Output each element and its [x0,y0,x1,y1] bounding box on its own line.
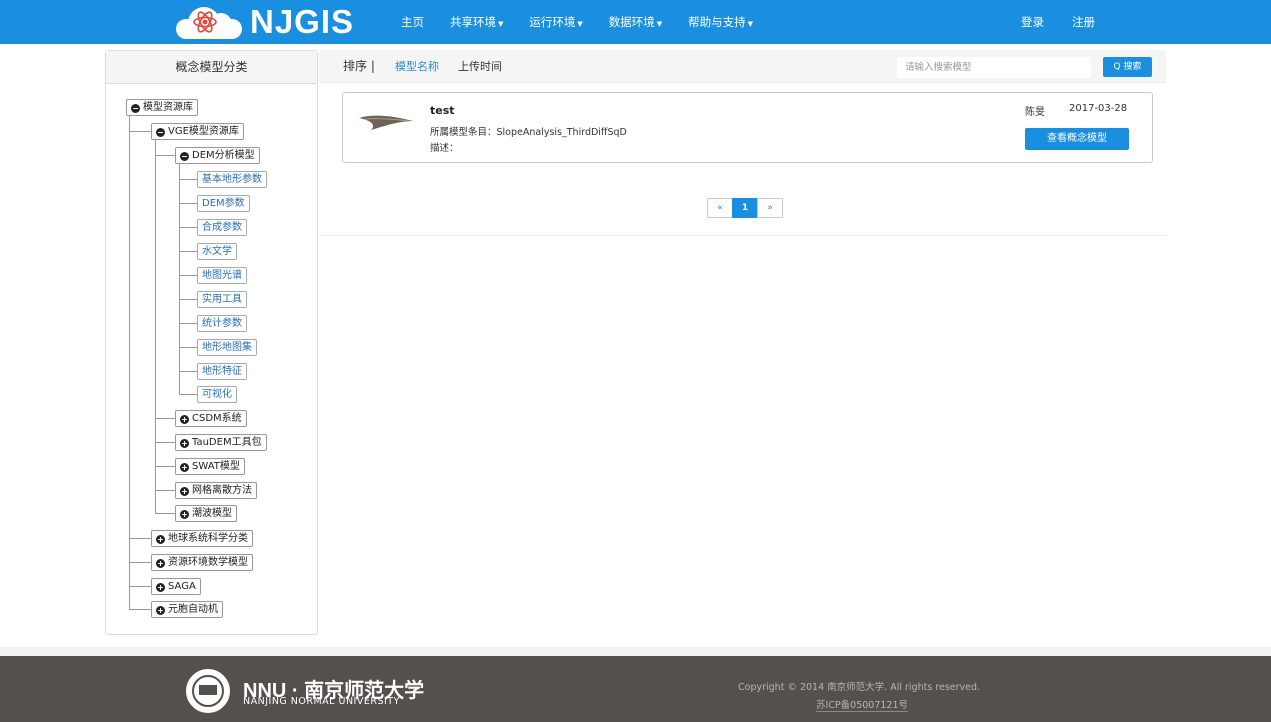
tree-node-label: 模型资源库 [143,102,193,113]
tree-node-collapsed[interactable]: + 元胞自动机 [151,601,223,618]
expand-icon[interactable]: + [180,415,189,424]
caret-down-icon: ▼ [656,20,663,28]
expand-icon[interactable]: + [156,606,165,615]
search-input[interactable] [897,57,1091,78]
model-date: 2017-03-28 [1069,103,1128,114]
tree-node-dem[interactable]: − DEM分析模型 [175,147,260,164]
tree-node-collapsed[interactable]: + TauDEM工具包 [175,434,267,451]
model-result-card: test 所属模型条目：SlopeAnalysis_ThirdDiffSqD 描… [342,92,1153,163]
pagination: « 1 » [707,198,783,218]
login-link[interactable]: 登录 [1007,0,1058,44]
main-menu: 主页 共享环境 ▼ 运行环境 ▼ 数据环境 ▼ 帮助与支持 ▼ [388,0,766,44]
tree-node-collapsed[interactable]: + 潮波模型 [175,505,237,522]
search-button[interactable]: Q 搜索 [1103,57,1152,77]
account-menu: 登录 注册 [1007,0,1109,44]
tree-leaf[interactable]: 地图光谱 [197,267,247,284]
expand-icon[interactable]: + [180,487,189,496]
sort-search-bar: 排序 | 模型名称 上传时间 Q 搜索 [319,50,1166,83]
tree-node-label: VGE模型资源库 [168,126,239,137]
expand-icon[interactable]: + [180,510,189,519]
caret-down-icon: ▼ [498,20,504,28]
register-link[interactable]: 注册 [1058,0,1109,44]
model-author: 陈旻 [1025,107,1045,118]
nav-home[interactable]: 主页 [388,0,437,44]
tree-leaf[interactable]: 基本地形参数 [197,171,267,188]
caret-down-icon: ▼ [577,20,583,28]
nav-share-env[interactable]: 共享环境 ▼ [437,0,516,44]
tree-leaf[interactable]: 水文学 [197,243,237,260]
tree-node-label: 元胞自动机 [168,604,218,615]
tree-leaf[interactable]: DEM参数 [197,195,250,212]
expand-icon[interactable]: + [180,439,189,448]
sort-label: 排序 | [343,59,375,73]
expand-icon[interactable]: + [156,535,165,544]
copyright-text: Copyright © 2014 南京师范大学. All rights rese… [738,682,981,693]
tree-node-collapsed[interactable]: + 资源环境数学模型 [151,554,253,571]
tree-leaf[interactable]: 地形特征 [197,363,247,380]
tree-node-label: SWAT模型 [192,461,240,472]
tree-node-collapsed[interactable]: + SWAT模型 [175,458,245,475]
nav-data-env-label: 数据环境 [608,15,655,29]
tree-leaf[interactable]: 可视化 [197,386,237,403]
tree-leaf[interactable]: 实用工具 [197,291,247,308]
footer-spacer [0,647,1271,656]
tree-node-vge[interactable]: − VGE模型资源库 [151,123,244,140]
cloud-icon [172,3,246,41]
content-divider [319,235,1166,236]
view-concept-model-button[interactable]: 查看概念模型 [1025,128,1129,150]
tree-node-label: 网格离散方法 [192,485,252,496]
brand-logo[interactable]: NJGIS [172,3,354,41]
sort-by-name-link[interactable]: 模型名称 [395,50,439,83]
caret-down-icon: ▼ [747,20,754,28]
tree-node-label: 潮波模型 [192,508,232,519]
nav-share-env-label: 共享环境 [450,15,496,29]
brand-name: NJGIS [250,3,355,40]
tree-node-root[interactable]: − 模型资源库 [126,99,198,116]
nav-run-env[interactable]: 运行环境 ▼ [516,0,595,44]
nnu-seal-logo [186,669,230,713]
tree-node-label: SAGA [168,581,196,592]
expand-icon[interactable]: + [156,559,165,568]
atom-icon [193,11,217,33]
nav-help-label: 帮助与支持 [688,15,746,29]
tree-node-label: 资源环境数学模型 [168,557,248,568]
tree-node-collapsed[interactable]: + 地球系统科学分类 [151,530,253,547]
tree-leaf[interactable]: 地形地图集 [197,339,257,356]
top-navbar: NJGIS 主页 共享环境 ▼ 运行环境 ▼ 数据环境 ▼ 帮助与支持 ▼ 登录 注册 [0,0,1271,44]
category-panel-title: 概念模型分类 [106,51,317,84]
nav-help[interactable]: 帮助与支持 ▼ [675,0,766,44]
icp-link[interactable]: 苏ICP备05007121号 [816,697,909,712]
expand-icon[interactable]: + [180,463,189,472]
nnu-english-name: NANJING NORMAL UNIVERSITY [243,696,400,707]
model-entry: 所属模型条目：SlopeAnalysis_ThirdDiffSqD [430,127,627,138]
expand-icon[interactable]: + [156,583,165,592]
tree-leaf[interactable]: 合成参数 [197,219,247,236]
tree-node-label: TauDEM工具包 [192,437,262,448]
tree-node-label: CSDM系统 [192,413,242,424]
page-1-button[interactable]: 1 [732,198,758,218]
model-title[interactable]: test [430,104,455,117]
tree-node-collapsed[interactable]: + CSDM系统 [175,410,247,427]
sort-by-time-link[interactable]: 上传时间 [458,50,502,83]
collapse-icon[interactable]: − [180,152,189,161]
nav-run-env-label: 运行环境 [529,15,576,29]
next-page-button[interactable]: » [757,198,783,218]
collapse-icon[interactable]: − [156,128,165,137]
tree-node-collapsed[interactable]: + 网格离散方法 [175,482,257,499]
tree-node-label: 地球系统科学分类 [168,533,248,544]
prev-page-button[interactable]: « [707,198,733,218]
tree-node-collapsed[interactable]: + SAGA [151,578,201,595]
tree-leaf[interactable]: 统计参数 [197,315,247,332]
nav-data-env[interactable]: 数据环境 ▼ [596,0,675,44]
collapse-icon[interactable]: − [131,104,140,113]
model-thumbnail [359,115,413,130]
nav-home-label: 主页 [401,15,424,29]
model-description: 描述： [430,143,459,154]
tree-node-label: DEM分析模型 [192,150,255,161]
